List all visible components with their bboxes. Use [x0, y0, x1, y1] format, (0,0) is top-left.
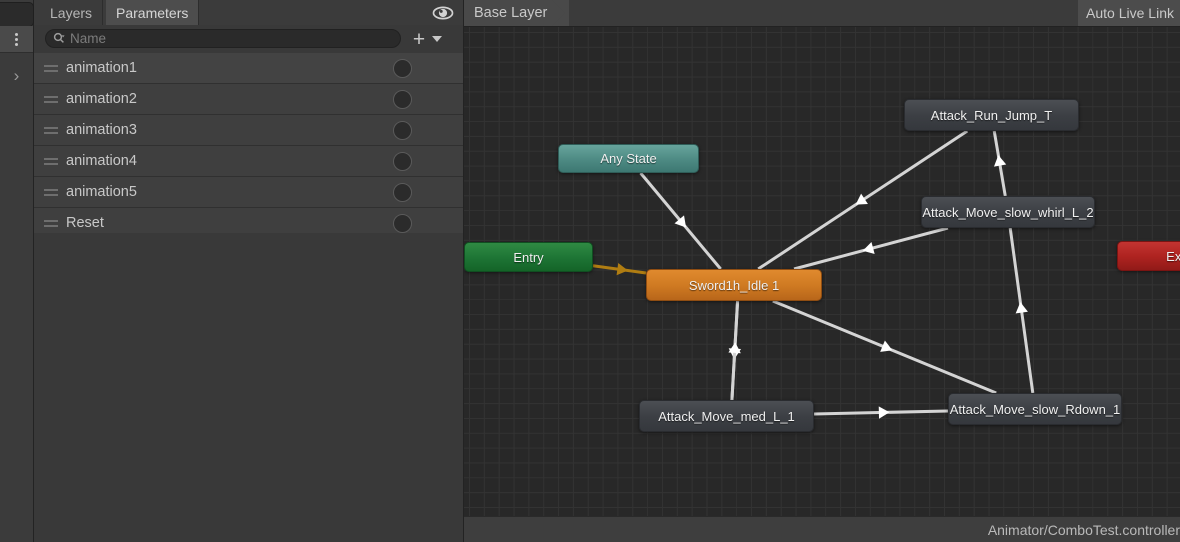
- transition-line[interactable]: [730, 301, 740, 401]
- transition-line[interactable]: [992, 130, 1007, 197]
- more-vertical-icon: [15, 32, 18, 46]
- graph-toolbar: Base Layer Auto Live Link: [464, 0, 1180, 27]
- transition-arrowhead: [855, 193, 868, 205]
- transition-arrowhead: [674, 215, 687, 228]
- panel-tabbar: Layers Parameters: [34, 0, 463, 26]
- drag-handle-icon[interactable]: [44, 96, 58, 103]
- parameter-list-empty-area: [34, 233, 463, 542]
- graph-node-attack_move_slow_rdown_1[interactable]: Attack_Move_slow_Rdown_1: [948, 393, 1122, 425]
- rail-options-menu-button[interactable]: [0, 26, 33, 53]
- parameter-name-label: animation1: [66, 60, 137, 76]
- parameter-row[interactable]: animation4: [34, 146, 463, 177]
- add-parameter-button[interactable]: +: [408, 28, 430, 50]
- breadcrumb-chevron-icon: [552, 0, 565, 26]
- sidebar-expand-button[interactable]: ›: [0, 60, 33, 90]
- graph-node-label: Exit: [1166, 248, 1180, 264]
- parameter-row[interactable]: animation5: [34, 177, 463, 208]
- breadcrumb-label: Base Layer: [474, 5, 548, 21]
- trigger-knob-icon[interactable]: [393, 183, 412, 202]
- transition-line[interactable]: [793, 226, 949, 271]
- graph-node-label: Attack_Move_med_L_1: [658, 408, 795, 424]
- graph-node-label: Entry: [513, 249, 544, 265]
- search-input[interactable]: Name: [45, 29, 401, 48]
- plus-icon: +: [412, 27, 426, 51]
- search-placeholder: Name: [70, 30, 107, 46]
- trigger-knob-icon[interactable]: [393, 90, 412, 109]
- graph-node-label: Attack_Move_slow_Rdown_1: [949, 401, 1121, 417]
- parameter-name-label: Reset: [66, 215, 104, 231]
- parameter-list: animation1 animation2 animation3 animation4…: [34, 53, 463, 542]
- rail-top-box: [0, 2, 34, 27]
- transition-arrowhead: [616, 262, 628, 276]
- drag-handle-icon[interactable]: [44, 220, 58, 227]
- transition-arrowhead: [728, 348, 742, 360]
- trigger-knob-icon[interactable]: [393, 121, 412, 140]
- tab-layers-label: Layers: [50, 4, 93, 21]
- left-rail: ›: [0, 0, 34, 542]
- transition-arrowhead: [862, 241, 875, 254]
- graph-canvas[interactable]: Any State Entry Sword1h_Idle 1 Attack_Run_J…: [464, 26, 1180, 517]
- transition-line[interactable]: [813, 409, 949, 416]
- parameter-name-label: animation3: [66, 122, 137, 138]
- transition-arrowhead: [993, 155, 1007, 167]
- chevron-right-icon: ›: [13, 65, 20, 85]
- transition-line[interactable]: [639, 172, 722, 270]
- drag-handle-icon[interactable]: [44, 158, 58, 165]
- graph-node-attack_run_jump_t[interactable]: Attack_Run_Jump_T: [904, 99, 1079, 131]
- tab-parameters[interactable]: Parameters: [106, 0, 200, 25]
- drag-handle-icon[interactable]: [44, 127, 58, 134]
- graph-node-attack_move_slow_whirl_l_2[interactable]: Attack_Move_slow_whirl_L_2: [921, 196, 1095, 228]
- graph-node-label: Any State: [600, 151, 657, 166]
- auto-live-link-button[interactable]: Auto Live Link: [1078, 0, 1180, 26]
- trigger-knob-icon[interactable]: [393, 59, 412, 78]
- graph-node-label: Sword1h_Idle 1: [688, 277, 780, 293]
- parameter-name-label: animation4: [66, 153, 137, 169]
- search-icon: [53, 32, 66, 45]
- parameter-name-label: animation2: [66, 91, 137, 107]
- drag-handle-icon[interactable]: [44, 65, 58, 72]
- transition-arrowhead: [878, 406, 890, 419]
- transition-line[interactable]: [592, 264, 647, 275]
- drag-handle-icon[interactable]: [44, 189, 58, 196]
- graph-node-entry[interactable]: Entry: [464, 242, 593, 272]
- transition-arrowhead: [1015, 302, 1028, 314]
- controller-path-label: Animator/ComboTest.controller: [987, 521, 1180, 538]
- tab-parameters-label: Parameters: [116, 4, 189, 21]
- auto-live-link-label: Auto Live Link: [1086, 5, 1174, 21]
- status-bar: Animator/ComboTest.controller: [464, 516, 1180, 542]
- parameter-row[interactable]: animation1: [34, 53, 463, 84]
- chevron-down-icon[interactable]: [432, 36, 442, 42]
- animator-window: › Layers Parameters Name + animation1 an…: [0, 0, 1180, 542]
- graph-node-any_state[interactable]: Any State: [558, 144, 699, 173]
- parameter-name-label: animation5: [66, 184, 137, 200]
- transition-line[interactable]: [730, 301, 740, 401]
- transition-arrowhead: [880, 340, 893, 352]
- tab-layers[interactable]: Layers: [40, 0, 104, 25]
- graph-node-label: Attack_Move_slow_whirl_L_2: [922, 204, 1094, 220]
- parameter-row[interactable]: animation3: [34, 115, 463, 146]
- graph-node-exit[interactable]: Exit: [1117, 241, 1180, 271]
- graph-node-label: Attack_Run_Jump_T: [930, 107, 1053, 123]
- graph-node-attack_move_med_l_1[interactable]: Attack_Move_med_L_1: [639, 400, 814, 432]
- eye-icon[interactable]: [431, 4, 455, 21]
- trigger-knob-icon[interactable]: [393, 152, 412, 171]
- parameter-search-row: Name +: [34, 25, 463, 53]
- parameters-panel: Layers Parameters Name + animation1 anim…: [34, 0, 464, 542]
- parameter-row[interactable]: animation2: [34, 84, 463, 115]
- transition-line[interactable]: [772, 299, 997, 395]
- graph-node-sword1h_idle_1[interactable]: Sword1h_Idle 1: [646, 269, 822, 301]
- animator-graph: Base Layer Auto Live Link Any State Entry…: [464, 0, 1180, 542]
- trigger-knob-icon[interactable]: [393, 214, 412, 233]
- transition-arrowhead: [728, 342, 741, 354]
- transition-line[interactable]: [1008, 227, 1035, 394]
